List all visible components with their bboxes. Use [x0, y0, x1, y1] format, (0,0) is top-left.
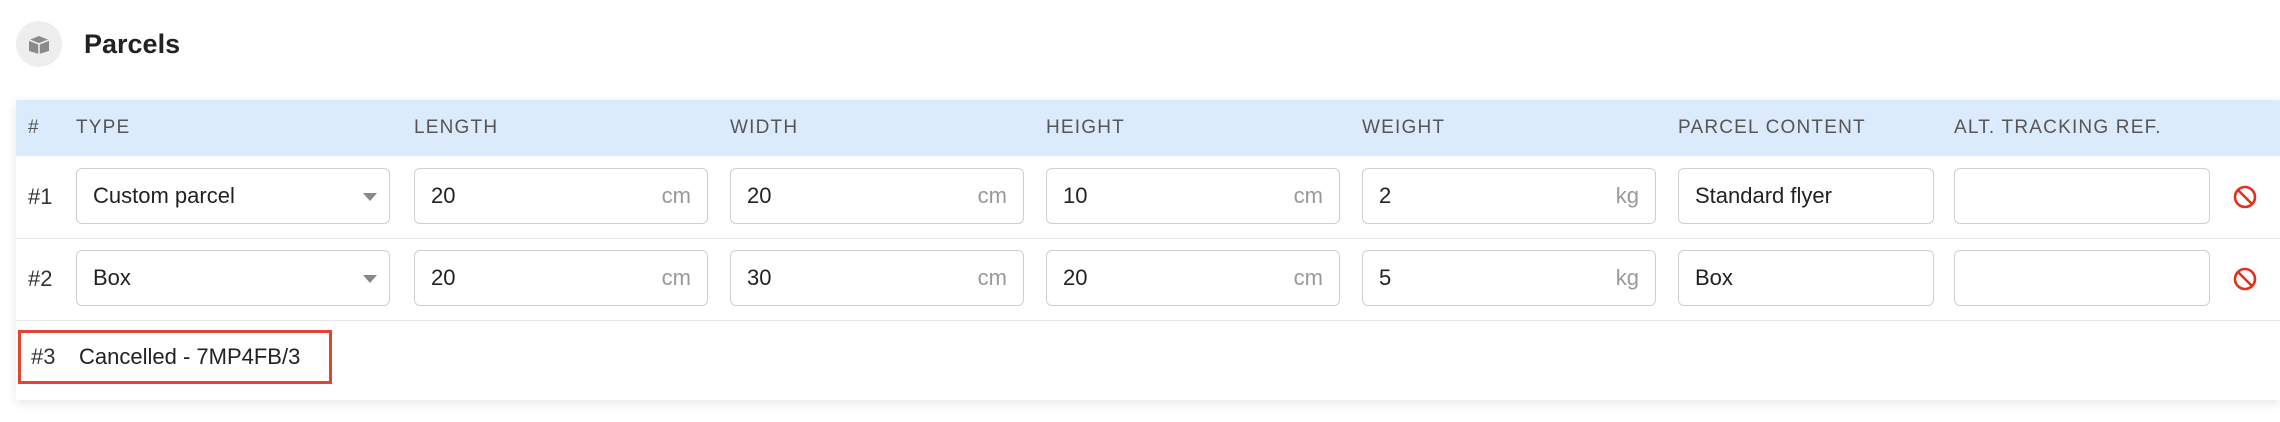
box-icon: [16, 21, 62, 67]
row-number: #3: [31, 344, 56, 369]
column-header-length: LENGTH: [414, 117, 499, 138]
weight-value: 2: [1379, 183, 1392, 208]
table-row: #2 Box 20 cm 30 cm 20 cm 5 kg Box: [16, 238, 2280, 321]
height-input[interactable]: 20 cm: [1046, 250, 1340, 306]
chevron-down-icon: [363, 275, 377, 283]
remove-parcel-icon[interactable]: [2232, 184, 2258, 210]
row-number: #2: [28, 266, 53, 291]
cancelled-status: Cancelled - 7MP4FB/3: [79, 344, 301, 369]
table-header: # TYPE LENGTH WIDTH HEIGHT WEIGHT PARCEL…: [16, 100, 2280, 156]
table-row: #1 Custom parcel 20 cm 20 cm 10 cm 2 kg …: [16, 156, 2280, 239]
length-value: 20: [431, 183, 456, 208]
parcels-table: # TYPE LENGTH WIDTH HEIGHT WEIGHT PARCEL…: [16, 100, 2280, 400]
height-unit: cm: [1293, 265, 1323, 290]
type-select[interactable]: Box: [76, 250, 390, 306]
length-unit: cm: [661, 265, 691, 290]
alt-tracking-ref-input[interactable]: [1954, 168, 2210, 224]
column-header-height: HEIGHT: [1046, 117, 1125, 138]
section-header: Parcels: [16, 20, 180, 68]
parcel-content-input[interactable]: Box: [1678, 250, 1934, 306]
height-value: 10: [1063, 183, 1088, 208]
parcel-content-value: Standard flyer: [1695, 183, 1832, 208]
remove-parcel-icon[interactable]: [2232, 266, 2258, 292]
length-unit: cm: [661, 183, 691, 208]
type-value: Custom parcel: [93, 183, 235, 208]
weight-input[interactable]: 5 kg: [1362, 250, 1656, 306]
length-value: 20: [431, 265, 456, 290]
height-value: 20: [1063, 265, 1088, 290]
column-header-weight: WEIGHT: [1362, 117, 1446, 138]
column-header-width: WIDTH: [730, 117, 799, 138]
column-header-number: #: [28, 117, 40, 138]
length-input[interactable]: 20 cm: [414, 168, 708, 224]
type-select[interactable]: Custom parcel: [76, 168, 390, 224]
width-value: 20: [747, 183, 772, 208]
weight-unit: kg: [1615, 265, 1639, 290]
column-header-alt-tracking-ref: ALT. TRACKING REF.: [1954, 117, 2162, 138]
chevron-down-icon: [363, 193, 377, 201]
section-title: Parcels: [84, 28, 181, 59]
width-input[interactable]: 20 cm: [730, 168, 1024, 224]
width-input[interactable]: 30 cm: [730, 250, 1024, 306]
weight-input[interactable]: 2 kg: [1362, 168, 1656, 224]
width-unit: cm: [977, 265, 1007, 290]
width-value: 30: [747, 265, 772, 290]
parcel-content-value: Box: [1695, 265, 1733, 290]
column-header-parcel-content: PARCEL CONTENT: [1678, 117, 1866, 138]
cancelled-parcel-highlight: #3 Cancelled - 7MP4FB/3: [18, 330, 332, 384]
parcel-content-input[interactable]: Standard flyer: [1678, 168, 1934, 224]
table-row-cancelled: #3 Cancelled - 7MP4FB/3: [16, 320, 2280, 400]
width-unit: cm: [977, 183, 1007, 208]
height-unit: cm: [1293, 183, 1323, 208]
alt-tracking-ref-input[interactable]: [1954, 250, 2210, 306]
height-input[interactable]: 10 cm: [1046, 168, 1340, 224]
weight-value: 5: [1379, 265, 1392, 290]
column-header-type: TYPE: [76, 117, 131, 138]
weight-unit: kg: [1615, 183, 1639, 208]
length-input[interactable]: 20 cm: [414, 250, 708, 306]
row-number: #1: [28, 184, 53, 209]
type-value: Box: [93, 265, 131, 290]
